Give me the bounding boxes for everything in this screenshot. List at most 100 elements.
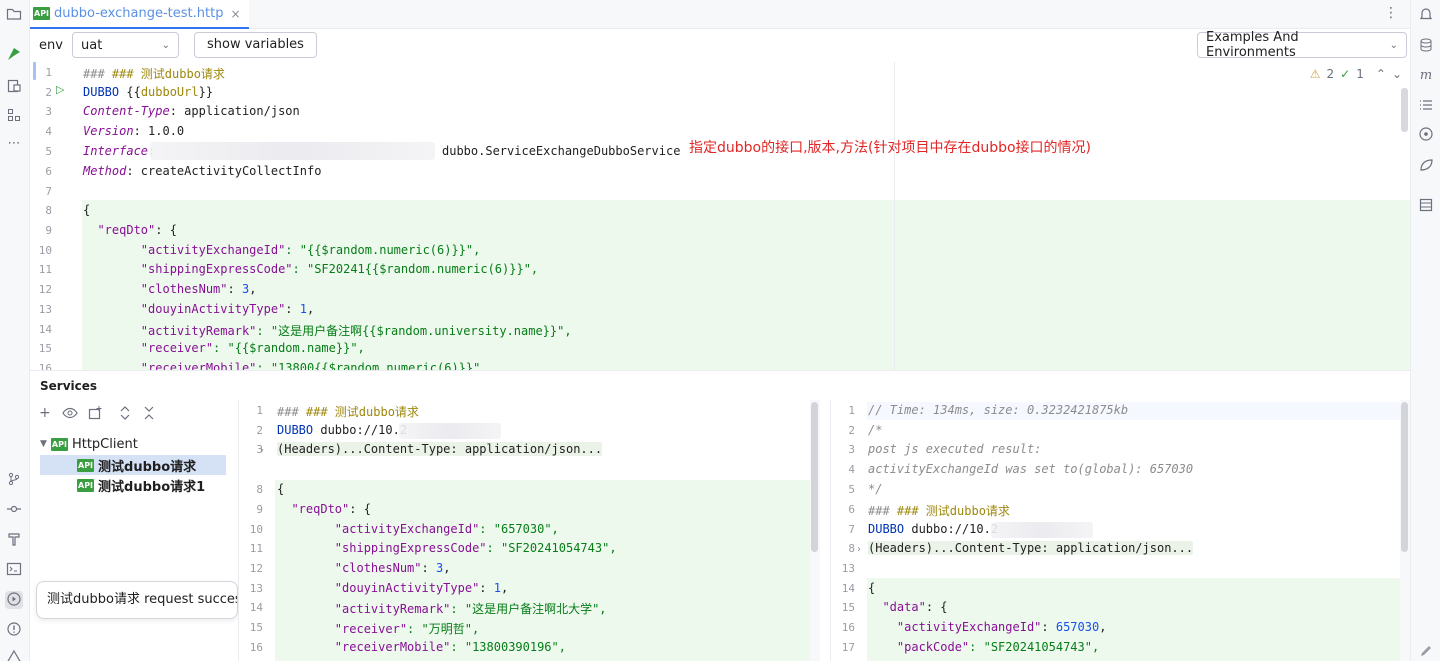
chevron-right-icon[interactable]: ›	[260, 445, 264, 456]
examples-select-value: Examples And Environments	[1206, 30, 1299, 60]
tree-item-label: 测试dubbo请求	[98, 459, 197, 475]
more-tools-icon[interactable]: ⋯	[5, 135, 23, 153]
code-line-13: "douyinActivityType": 1,	[140, 302, 315, 316]
services-toolbar: +	[30, 400, 238, 428]
line-number: 8	[45, 204, 52, 217]
leaf-icon[interactable]	[1417, 157, 1435, 175]
code-line-1: ### ### 测试dubbo请求	[83, 67, 225, 81]
editor-scrollbar[interactable]	[1400, 82, 1410, 370]
http-editor[interactable]: 1 2 3 4 5 6 7 8 9 10 11 12 13 14 15 16 ▷ ### ### 测试dubb…	[30, 62, 1410, 370]
line-number: 9	[45, 224, 52, 237]
tree-item-request-2[interactable]: API 测试dubbo请求1	[40, 475, 205, 495]
tree-root-label: HttpClient	[71, 436, 138, 452]
chevron-down-icon: ⌄	[161, 39, 170, 51]
api-icon: API	[77, 478, 95, 492]
scrollbar-thumb[interactable]	[1401, 88, 1408, 132]
list-icon[interactable]	[1417, 97, 1435, 115]
http-client-icon[interactable]	[5, 46, 23, 64]
chevron-up-icon[interactable]: ⌃	[1376, 67, 1386, 81]
examples-environments-select[interactable]: Examples And Environments ⌄	[1197, 30, 1407, 60]
expand-all-icon[interactable]	[118, 405, 132, 425]
show-variables-button[interactable]: show variables	[194, 32, 317, 58]
line-number: 10	[38, 244, 52, 257]
resp-line-5: */	[868, 482, 883, 496]
close-icon[interactable]: ×	[230, 7, 240, 21]
scrollbar-thumb[interactable]	[811, 402, 818, 552]
endpoints-icon[interactable]	[1417, 126, 1435, 144]
problems-icon[interactable]	[5, 621, 23, 639]
env-select-value: uat	[81, 37, 103, 53]
notifications-icon[interactable]	[1417, 6, 1435, 24]
warning-count: 2	[1326, 67, 1335, 81]
tree-item-httpclient[interactable]: ▼ API HttpClient	[40, 434, 138, 454]
bookmarks-icon[interactable]	[5, 78, 23, 96]
line-number: 12	[38, 283, 52, 296]
request-viewer[interactable]: 1 2 3 8 9 10 11 12 13 14 15 16 ### ### 测试dubbo请求 DU…	[238, 400, 820, 661]
resp-line-1: // Time: 134ms, size: 0.3232421875kb	[868, 403, 1129, 417]
folder-icon[interactable]	[5, 6, 23, 24]
collapse-all-icon[interactable]	[142, 405, 156, 425]
layout-icon[interactable]	[1417, 197, 1435, 215]
chevron-right-icon[interactable]: ›	[857, 544, 861, 555]
req-headers-collapsed[interactable]: (Headers)...Content-Type: application/js…	[277, 442, 603, 456]
req-line-2: DUBBO dubbo://10.2	[277, 423, 408, 437]
maven-icon[interactable]: m	[1417, 67, 1435, 85]
line-number: 13	[38, 303, 52, 316]
services-tree: ▼ API HttpClient API 测试dubbo请求 API 测试dub…	[30, 430, 238, 661]
code-line-5: Interface:	[83, 144, 155, 158]
new-group-icon[interactable]	[87, 405, 103, 425]
req-line-11: "shippingExpressCode": "SF20241054743",	[334, 541, 617, 555]
tree-item-request-1[interactable]: API 测试dubbo请求	[40, 455, 226, 475]
response-viewer[interactable]: 1 2 3 4 5 6 7 8 13 14 15 16 17 // Time: 134ms, size:…	[830, 400, 1410, 661]
inspection-widget[interactable]: ⚠ 2 ✓ 1 ⌃ ⌄	[1310, 67, 1402, 81]
line-number: 5	[848, 483, 855, 496]
env-label: env	[39, 38, 63, 53]
code-line-16: "receiverMobile": "13800{{$random.numeri…	[140, 361, 481, 370]
red-annotation-text: 指定dubbo的接口,版本,方法(针对项目中存在dubbo接口的情况)	[689, 140, 1092, 156]
left-tool-strip: ⋯	[0, 0, 30, 661]
line-number: 15	[841, 601, 855, 614]
build-hammer-icon[interactable]	[5, 531, 23, 549]
line-number: 11	[249, 542, 263, 555]
request-scrollbar[interactable]	[810, 400, 820, 661]
tree-item-label: 测试dubbo请求1	[98, 479, 206, 495]
line-number: 13	[249, 582, 263, 595]
git-icon[interactable]	[5, 471, 23, 489]
redacted-package	[150, 142, 435, 160]
structure-icon[interactable]	[5, 107, 23, 125]
services-icon[interactable]	[5, 591, 23, 609]
terminal-icon[interactable]	[5, 561, 23, 579]
database-icon[interactable]	[1417, 37, 1435, 55]
resp-line-16: "activityExchangeId": 657030,	[896, 620, 1107, 634]
tab-dubbo-exchange-test[interactable]: API dubbo-exchange-test.http ×	[30, 0, 249, 29]
env-select[interactable]: uat ⌄	[72, 32, 179, 58]
line-number: 3	[45, 105, 52, 118]
line-number: 4	[848, 463, 855, 476]
request-success-toast[interactable]: 测试dubbo请求 request success!	[36, 581, 238, 619]
eye-icon[interactable]	[62, 405, 78, 425]
code-line-14: "activityRemark": "这是用户备注啊{{$random.univ…	[140, 324, 572, 338]
code-line-12: "clothesNum": 3,	[140, 282, 257, 296]
resp-line-3: post js executed result:	[868, 442, 1042, 456]
commit-icon[interactable]	[5, 501, 23, 519]
code-line-9: "reqDto": {	[97, 223, 177, 237]
chevron-down-icon[interactable]: ▼	[40, 439, 47, 449]
line-number: 7	[848, 523, 855, 536]
add-service-icon[interactable]: +	[39, 405, 51, 421]
pen-icon[interactable]	[1417, 643, 1435, 661]
chevron-down-icon[interactable]: ⌄	[1392, 67, 1402, 81]
response-scrollbar[interactable]	[1400, 400, 1410, 661]
line-number: 1	[256, 404, 263, 417]
run-request-icon[interactable]: ▷	[56, 83, 64, 96]
more-vertical-icon[interactable]: ⋮	[1384, 5, 1398, 21]
scrollbar-thumb[interactable]	[1401, 402, 1408, 552]
req-line-13: "douyinActivityType": 1,	[334, 581, 509, 595]
line-number: 16	[841, 621, 855, 634]
warning-icon[interactable]	[5, 649, 23, 661]
line-number: 7	[45, 185, 52, 198]
resp-headers-collapsed[interactable]: (Headers)...Content-Type: application/js…	[868, 541, 1194, 555]
req-line-10: "activityExchangeId": "657030",	[334, 522, 559, 536]
line-number: 15	[249, 621, 263, 634]
chevron-down-icon: ⌄	[1389, 39, 1398, 51]
code-line-11: "shippingExpressCode": "SF20241{{$random…	[140, 262, 539, 276]
